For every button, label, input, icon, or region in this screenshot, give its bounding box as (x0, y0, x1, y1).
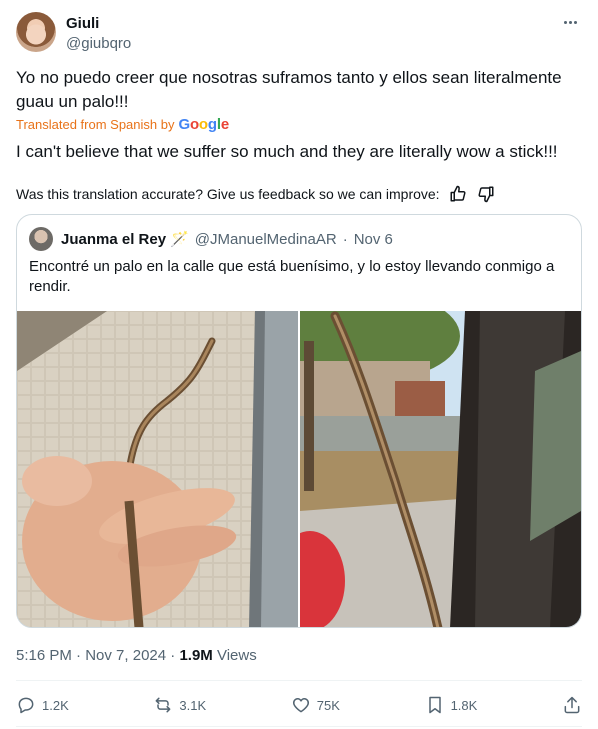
tweet-header: Giuli @giubqro (16, 12, 582, 54)
author-handle[interactable]: @giubqro (66, 34, 131, 54)
divider-bottom (16, 726, 582, 727)
quoted-tweet[interactable]: Juanma el Rey 🪄 @JManuelMedinaAR · Nov 6… (16, 214, 582, 628)
thumbs-down-icon[interactable] (476, 184, 496, 204)
thumbs-up-icon[interactable] (448, 184, 468, 204)
author-avatar[interactable] (16, 12, 56, 52)
quoted-avatar (29, 227, 53, 251)
repost-count: 3.1K (179, 697, 207, 713)
bookmark-icon (428, 696, 441, 714)
photo-hand-holding-stick[interactable] (17, 311, 298, 627)
like-icon (292, 698, 309, 713)
more-icon[interactable] (558, 12, 582, 32)
translated-label: Translated from Spanish by (16, 117, 175, 132)
bookmark-count: 1.8K (450, 697, 478, 713)
tweet-text: Yo no puedo creer que nosotras suframos … (16, 68, 562, 111)
bookmark-button[interactable]: 1.8K (425, 695, 478, 715)
like-count: 75K (316, 697, 340, 713)
translation-feedback: Was this translation accurate? Give us f… (16, 184, 496, 204)
quoted-date: Nov 6 (353, 230, 393, 248)
author-names: Giuli @giubqro (66, 14, 131, 54)
quoted-media (17, 311, 581, 627)
repost-button[interactable]: 3.1K (153, 695, 206, 715)
quoted-handle: @JManuelMedinaAR (194, 230, 337, 248)
reply-button[interactable]: 1.2K (16, 695, 69, 715)
tweet-meta: 5:16 PM · Nov 7, 2024 · 1.9M Views (16, 646, 257, 666)
share-button[interactable] (562, 695, 582, 715)
like-button[interactable]: 75K (291, 695, 340, 715)
photo-stick-from-car[interactable] (300, 311, 581, 627)
quoted-separator: · (342, 230, 348, 248)
divider-top (16, 680, 582, 681)
quoted-text: Encontré un palo en la calle que está bu… (29, 258, 555, 295)
author-display-name[interactable]: Giuli (66, 14, 131, 34)
translated-by[interactable]: Translated from Spanish by Google (16, 117, 229, 133)
meta-separator-2: · (170, 647, 176, 664)
views-count: 1.9M (179, 647, 213, 664)
tweet-detail: Giuli @giubqro Yo no puedo creer que nos… (0, 0, 598, 729)
quoted-display-name: Juanma el Rey (61, 230, 167, 248)
views-label: Views (216, 647, 257, 664)
quoted-header: Juanma el Rey 🪄 @JManuelMedinaAR · Nov 6 (29, 227, 393, 251)
share-icon (564, 696, 580, 714)
quoted-emoji: 🪄 (170, 231, 189, 248)
action-bar: 1.2K 3.1K 75K 1.8K (16, 692, 582, 718)
repost-icon (155, 697, 171, 713)
reply-count: 1.2K (42, 697, 69, 713)
feedback-prompt: Was this translation accurate? Give us f… (16, 186, 440, 202)
meta-separator: · (76, 647, 82, 664)
google-logo: Google (178, 116, 229, 133)
tweet-time[interactable]: 5:16 PM (16, 647, 72, 664)
tweet-date[interactable]: Nov 7, 2024 (85, 647, 166, 664)
translation-text: I can't believe that we suffer so much a… (16, 142, 558, 161)
reply-icon (18, 697, 34, 714)
